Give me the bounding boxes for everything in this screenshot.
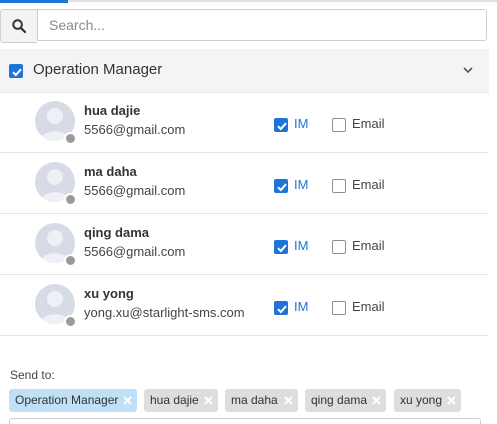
recipient-chip[interactable]: xu yong — [394, 389, 461, 412]
im-checkbox[interactable] — [274, 301, 288, 315]
group-label: Operation Manager — [33, 61, 163, 78]
im-label[interactable]: IM — [294, 299, 308, 314]
presence-status-dot — [64, 132, 77, 145]
im-checkbox[interactable] — [274, 240, 288, 254]
email-checkbox[interactable] — [332, 179, 346, 193]
email-label[interactable]: Email — [352, 238, 385, 253]
contact-email: 5566@gmail.com — [84, 244, 186, 259]
chevron-down-icon[interactable] — [461, 63, 475, 77]
im-checkbox[interactable] — [274, 179, 288, 193]
email-checkbox[interactable] — [332, 118, 346, 132]
contact-row: hua dajie 5566@gmail.com IM Email — [0, 92, 489, 153]
im-checkbox[interactable] — [274, 118, 288, 132]
message-input[interactable] — [9, 418, 481, 424]
close-icon[interactable] — [371, 395, 382, 406]
send-to-label: Send to: — [10, 368, 55, 382]
presence-status-dot — [64, 193, 77, 206]
search-input[interactable] — [37, 9, 487, 41]
search-button[interactable] — [0, 9, 37, 43]
close-icon[interactable] — [122, 395, 133, 406]
email-label[interactable]: Email — [352, 299, 385, 314]
email-label[interactable]: Email — [352, 116, 385, 131]
chip-label: ma daha — [231, 393, 278, 407]
contact-row: xu yong yong.xu@starlight-sms.com IM Ema… — [0, 275, 489, 336]
recipient-chip[interactable]: hua dajie — [144, 389, 218, 412]
contact-name: ma daha — [84, 164, 137, 179]
contact-email: yong.xu@starlight-sms.com — [84, 305, 245, 320]
tab-divider — [68, 0, 497, 2]
search-bar — [0, 9, 489, 43]
email-checkbox[interactable] — [332, 301, 346, 315]
recipient-chip[interactable]: ma daha — [225, 389, 298, 412]
im-label[interactable]: IM — [294, 116, 308, 131]
chip-label: Operation Manager — [15, 393, 119, 407]
chip-label: xu yong — [400, 393, 443, 407]
close-icon[interactable] — [203, 395, 214, 406]
presence-status-dot — [64, 254, 77, 267]
im-label[interactable]: IM — [294, 177, 308, 192]
contact-name: hua dajie — [84, 103, 141, 118]
im-label[interactable]: IM — [294, 238, 308, 253]
contact-name: qing dama — [84, 225, 150, 240]
checkmark-icon — [12, 68, 22, 77]
chip-label: qing dama — [311, 393, 368, 407]
close-icon[interactable] — [283, 395, 294, 406]
close-icon[interactable] — [446, 395, 457, 406]
group-checkbox[interactable] — [9, 64, 23, 78]
contact-email: 5566@gmail.com — [84, 122, 186, 137]
email-checkbox[interactable] — [332, 240, 346, 254]
presence-status-dot — [64, 315, 77, 328]
recipient-chip[interactable]: Operation Manager — [9, 389, 137, 412]
contact-row: ma daha 5566@gmail.com IM Email — [0, 153, 489, 214]
group-header[interactable]: Operation Manager — [0, 49, 489, 93]
contact-name: xu yong — [84, 286, 134, 301]
chip-label: hua dajie — [150, 393, 199, 407]
search-icon — [12, 19, 26, 33]
active-tab-indicator — [0, 0, 68, 3]
email-label[interactable]: Email — [352, 177, 385, 192]
contact-email: 5566@gmail.com — [84, 183, 186, 198]
recipient-chip[interactable]: qing dama — [305, 389, 386, 412]
contact-row: qing dama 5566@gmail.com IM Email — [0, 214, 489, 275]
